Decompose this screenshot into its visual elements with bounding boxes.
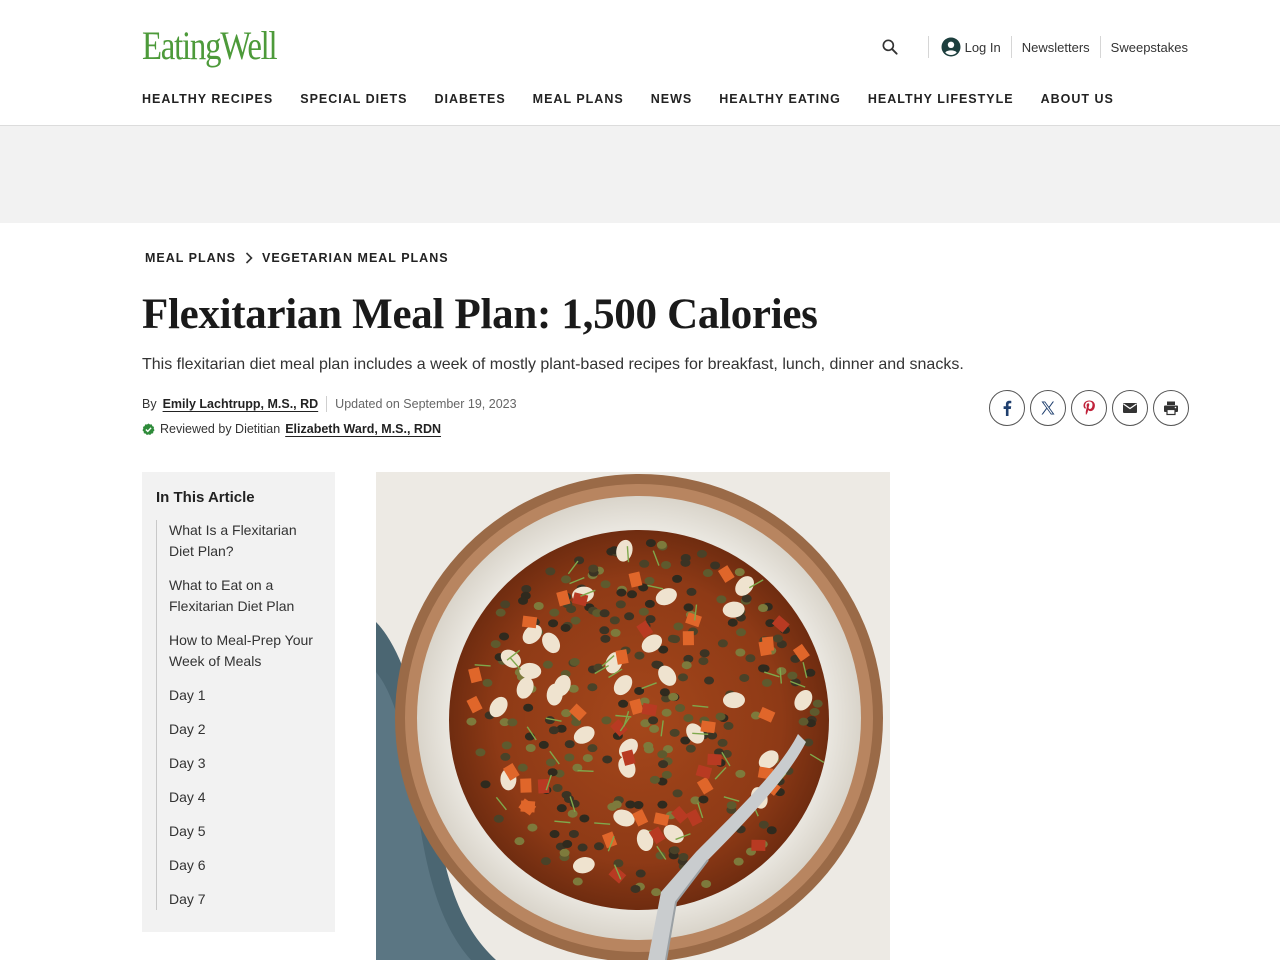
breadcrumb: MEAL PLANS VEGETARIAN MEAL PLANS [145,251,449,265]
print-button[interactable] [1153,390,1189,426]
toc-item-what-is-flexitarian[interactable]: What Is a Flexitarian Diet Plan? [157,520,307,575]
by-label: By [142,397,157,411]
nav-special-diets[interactable]: SPECIAL DIETS [300,92,407,106]
nav-healthy-lifestyle[interactable]: HEALTHY LIFESTYLE [868,92,1014,106]
reviewer-link[interactable]: Elizabeth Ward, M.S., RDN [285,422,441,436]
page-title: Flexitarian Meal Plan: 1,500 Calories [142,291,818,338]
ad-banner-placeholder [0,126,1280,223]
author-link[interactable]: Emily Lachtrupp, M.S., RD [163,397,319,411]
chevron-right-icon [245,252,253,264]
nav-about-us[interactable]: ABOUT US [1041,92,1114,106]
page-subtitle: This flexitarian diet meal plan includes… [142,356,964,373]
toc-item-what-to-eat[interactable]: What to Eat on a Flexitarian Diet Plan [157,575,307,630]
toc-item-day-7[interactable]: Day 7 [157,889,324,910]
nav-healthy-eating[interactable]: HEALTHY EATING [719,92,841,106]
table-of-contents: In This Article What Is a Flexitarian Di… [142,472,335,932]
share-email-button[interactable] [1112,390,1148,426]
nav-healthy-recipes[interactable]: HEALTHY RECIPES [142,92,273,106]
share-buttons [989,390,1194,426]
toc-item-day-2[interactable]: Day 2 [157,719,324,753]
toc-title: In This Article [156,489,255,506]
nav-news[interactable]: NEWS [651,92,693,106]
hero-image-soup-bowl [376,472,890,960]
toc-item-day-5[interactable]: Day 5 [157,821,324,855]
reviewed-label: Reviewed by Dietitian [160,422,281,436]
site-header: EatingWell Log In Newsletters Sweepstake… [0,0,1280,126]
site-logo[interactable]: EatingWell [142,22,278,70]
byline: By Emily Lachtrupp, M.S., RD Updated on … [142,396,517,412]
pinterest-icon [1083,400,1095,415]
share-facebook-button[interactable] [989,390,1025,426]
breadcrumb-vegetarian-meal-plans[interactable]: VEGETARIAN MEAL PLANS [262,251,449,265]
main-nav: HEALTHY RECIPES SPECIAL DIETS DIABETES M… [142,92,1141,106]
toc-item-day-6[interactable]: Day 6 [157,855,324,889]
email-icon [1123,403,1137,413]
divider [326,396,328,412]
toc-list: What Is a Flexitarian Diet Plan? What to… [156,520,324,910]
sweepstakes-link[interactable]: Sweepstakes [1111,40,1188,55]
print-icon [1164,401,1178,416]
verified-check-icon [142,422,155,435]
updated-date: Updated on September 19, 2023 [335,397,517,411]
toc-item-day-3[interactable]: Day 3 [157,753,324,787]
search-icon[interactable] [880,37,900,57]
x-icon [1041,401,1055,415]
toc-item-day-1[interactable]: Day 1 [157,685,324,719]
divider [1010,36,1012,58]
toc-item-meal-prep[interactable]: How to Meal-Prep Your Week of Meals [157,630,317,685]
share-x-button[interactable] [1030,390,1066,426]
facebook-icon [1003,400,1012,416]
login-label: Log In [964,39,1001,55]
account-icon [941,37,961,57]
divider [1099,36,1101,58]
breadcrumb-meal-plans[interactable]: MEAL PLANS [145,251,236,265]
reviewed-by: Reviewed by Dietitian Elizabeth Ward, M.… [142,422,441,436]
divider [927,36,929,58]
nav-diabetes[interactable]: DIABETES [434,92,505,106]
newsletters-link[interactable]: Newsletters [1022,40,1090,55]
login-link[interactable]: Log In [939,37,1001,57]
utility-bar: Log In Newsletters Sweepstakes [880,34,1188,60]
nav-meal-plans[interactable]: MEAL PLANS [533,92,624,106]
toc-item-day-4[interactable]: Day 4 [157,787,324,821]
share-pinterest-button[interactable] [1071,390,1107,426]
